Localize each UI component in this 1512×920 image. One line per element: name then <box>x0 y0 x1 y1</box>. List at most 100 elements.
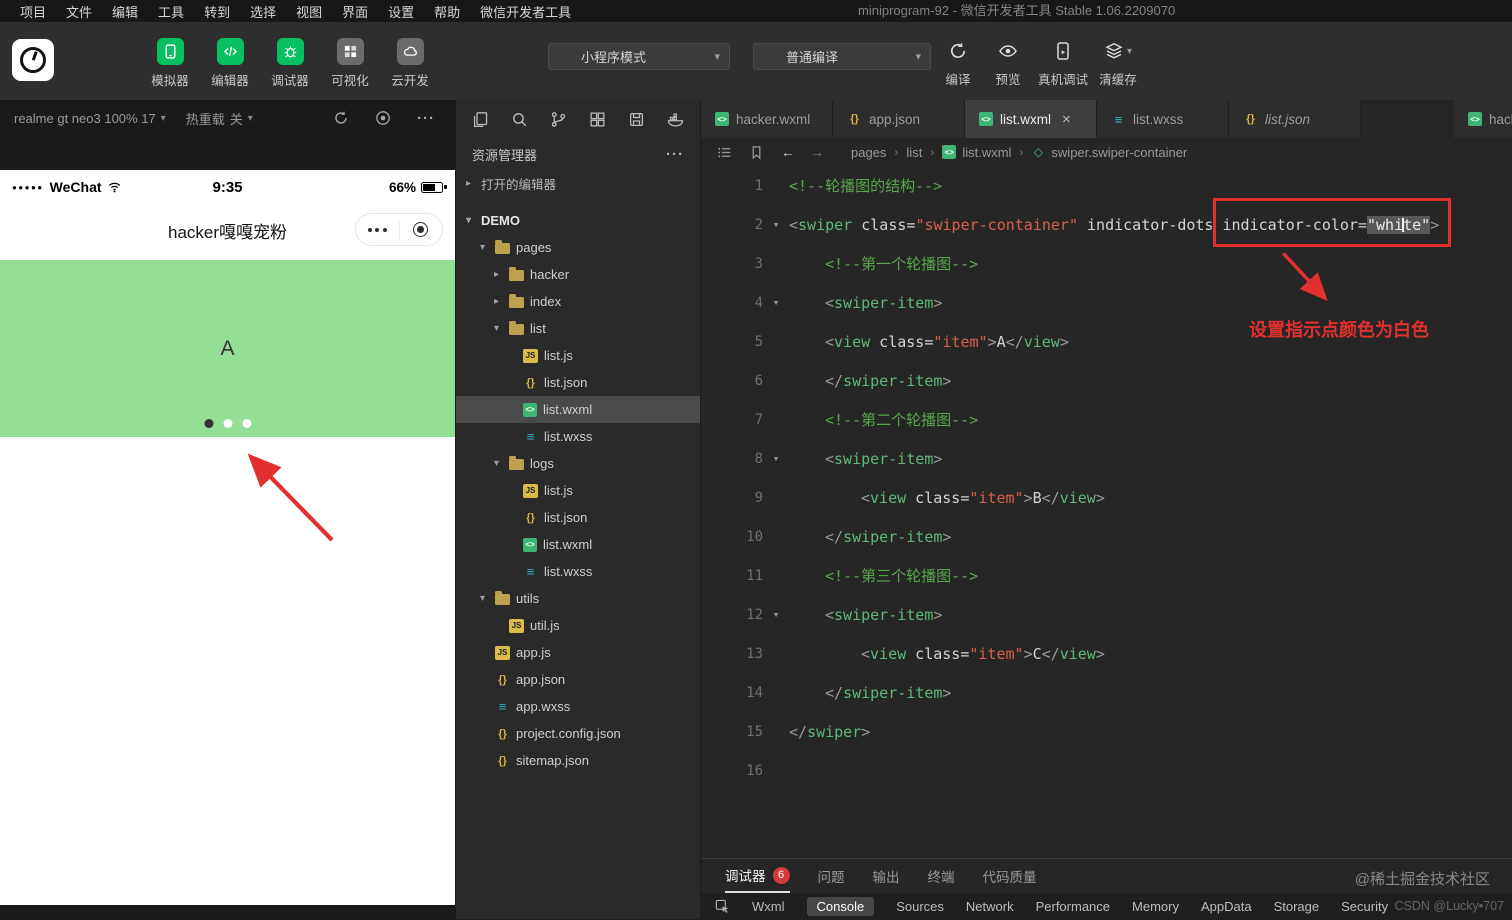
tree-item-DEMO[interactable]: ▾ DEMO <box>456 207 700 234</box>
tab-app.json[interactable]: {} app.json <box>833 100 965 138</box>
panel-tab-调试器[interactable]: 调试器 6 <box>725 859 790 893</box>
tab-hacke[interactable]: <> hacke <box>1454 100 1512 138</box>
fold-toggle-icon[interactable]: ▾ <box>763 218 789 231</box>
tree-item-list.json[interactable]: {} list.json <box>456 369 700 396</box>
menu-item-6[interactable]: 视图 <box>286 2 332 21</box>
tree-item-hacker[interactable]: ▸ hacker <box>456 261 700 288</box>
search-icon[interactable] <box>511 111 528 128</box>
tree-chevron-icon[interactable]: ▸ <box>490 269 503 280</box>
tree-item-list.js[interactable]: JS list.js <box>456 342 700 369</box>
tree-item-app.json[interactable]: {} app.json <box>456 666 700 693</box>
save-all-icon[interactable] <box>628 111 645 128</box>
panel-tab-输出[interactable]: 输出 <box>873 859 900 893</box>
debug-tab-Performance[interactable]: Performance <box>1036 899 1110 914</box>
tree-item-list.wxml[interactable]: <> list.wxml <box>456 531 700 558</box>
breadcrumb-item-list.wxml[interactable]: <> list.wxml <box>942 145 1011 160</box>
menu-item-10[interactable]: 微信开发者工具 <box>470 2 581 21</box>
fold-toggle-icon[interactable]: ▾ <box>763 608 789 621</box>
breadcrumb-item-pages[interactable]: pages <box>851 145 886 160</box>
panel-tab-代码质量[interactable]: 代码质量 <box>983 859 1037 893</box>
code-text[interactable]: <!--轮播图的结构--> <box>789 175 942 196</box>
code-text[interactable]: </swiper> <box>789 723 870 741</box>
outline-icon[interactable] <box>717 145 732 160</box>
tab-list.wxss[interactable]: ≡ list.wxss <box>1097 100 1229 138</box>
menu-item-0[interactable]: 项目 <box>10 2 56 21</box>
capsule-home-button[interactable] <box>400 214 443 245</box>
tree-chevron-icon[interactable]: ▸ <box>490 296 503 307</box>
code-text[interactable]: <!--第二个轮播图--> <box>789 409 978 430</box>
fold-toggle-icon[interactable]: ▾ <box>763 452 789 465</box>
debug-tab-Wxml[interactable]: Wxml <box>752 899 785 914</box>
swiper-item-a[interactable]: A <box>0 260 455 437</box>
tree-item-util.js[interactable]: JS util.js <box>456 612 700 639</box>
menu-item-4[interactable]: 转到 <box>194 2 240 21</box>
tree-chevron-icon[interactable]: ▸ <box>462 178 475 189</box>
debug-tab-Storage[interactable]: Storage <box>1274 899 1320 914</box>
menu-item-3[interactable]: 工具 <box>148 2 194 21</box>
debug-tab-Console[interactable]: Console <box>806 897 875 916</box>
code-text[interactable]: <swiper-item> <box>789 450 942 468</box>
compile-mode-select[interactable]: 普通编译 ▾ <box>753 43 931 70</box>
panel-tab-终端[interactable]: 终端 <box>928 859 955 893</box>
tree-chevron-icon[interactable]: ▾ <box>476 593 489 604</box>
debug-tab-Network[interactable]: Network <box>966 899 1014 914</box>
tree-item-sitemap.json[interactable]: {} sitemap.json <box>456 747 700 774</box>
code-text[interactable]: <swiper-item> <box>789 606 942 624</box>
toolbar-button-preview-eye[interactable]: 预览 <box>983 38 1033 88</box>
debug-tab-Security[interactable]: Security <box>1341 899 1388 914</box>
code-text[interactable]: <view class="item">A</view> <box>789 333 1069 351</box>
code-text[interactable]: <view class="item">C</view> <box>789 645 1105 663</box>
panel-tab-问题[interactable]: 问题 <box>818 859 845 893</box>
toolbar-button-visualization-grid[interactable]: 可视化 <box>326 38 374 89</box>
toolbar-button-device-debug[interactable]: 真机调试 <box>1033 38 1093 88</box>
files-icon[interactable] <box>472 111 489 128</box>
hot-reload-toggle[interactable]: 热重载 关 ▾ <box>186 109 253 128</box>
record-stop-icon[interactable] <box>375 110 391 126</box>
code-text[interactable]: </swiper-item> <box>789 684 951 702</box>
tree-item-logs[interactable]: ▾ logs <box>456 450 700 477</box>
git-branch-icon[interactable] <box>550 111 567 128</box>
tree-item-utils[interactable]: ▾ utils <box>456 585 700 612</box>
tree-chevron-icon[interactable]: ▾ <box>490 323 503 334</box>
toolbar-button-editor-code[interactable]: 编辑器 <box>206 38 254 89</box>
debug-tab-Sources[interactable]: Sources <box>896 899 944 914</box>
tree-item-pages[interactable]: ▾ pages <box>456 234 700 261</box>
capsule-more-button[interactable] <box>356 214 399 245</box>
code-text[interactable]: <view class="item">B</view> <box>789 489 1105 507</box>
more-actions-icon[interactable]: ··· <box>417 110 435 127</box>
mode-select[interactable]: 小程序模式 ▾ <box>548 43 730 70</box>
menu-item-8[interactable]: 设置 <box>378 2 424 21</box>
code-text[interactable]: <!--第一个轮播图--> <box>789 253 978 274</box>
tree-item-打开的编辑器[interactable]: ▸ 打开的编辑器 <box>456 170 700 197</box>
tree-chevron-icon[interactable]: ▾ <box>490 458 503 469</box>
debug-tab-Memory[interactable]: Memory <box>1132 899 1179 914</box>
code-text[interactable]: <swiper class="swiper-container" indicat… <box>789 215 1439 234</box>
docker-icon[interactable] <box>667 111 684 128</box>
tree-item-list[interactable]: ▾ list <box>456 315 700 342</box>
menu-item-2[interactable]: 编辑 <box>102 2 148 21</box>
fold-toggle-icon[interactable]: ▾ <box>763 296 789 309</box>
tab-hacker.wxml[interactable]: <> hacker.wxml <box>701 100 833 138</box>
tree-chevron-icon[interactable]: ▾ <box>462 215 475 226</box>
code-editor[interactable]: 1 <!--轮播图的结构--> 2 ▾ <swiper class="swiper-co… <box>701 166 1512 858</box>
refresh-icon[interactable] <box>333 110 349 126</box>
breadcrumb-item-list[interactable]: list <box>906 145 922 160</box>
tree-chevron-icon[interactable]: ▾ <box>476 242 489 253</box>
tab-list.wxml[interactable]: <> list.wxml × <box>965 100 1097 138</box>
menu-item-5[interactable]: 选择 <box>240 2 286 21</box>
tree-item-app.js[interactable]: JS app.js <box>456 639 700 666</box>
toolbar-button-compile-refresh[interactable]: 编译 <box>933 38 983 88</box>
tree-item-list.wxss[interactable]: ≡ list.wxss <box>456 558 700 585</box>
tree-item-list.wxml[interactable]: <> list.wxml <box>456 396 700 423</box>
code-text[interactable]: <swiper-item> <box>789 294 942 312</box>
toolbar-button-debugger-bug[interactable]: 调试器 <box>266 38 314 89</box>
debug-tab-AppData[interactable]: AppData <box>1201 899 1252 914</box>
breadcrumb-item-swiper.swiper-container[interactable]: ◇ swiper.swiper-container <box>1031 145 1187 160</box>
code-text[interactable]: <!--第三个轮播图--> <box>789 565 978 586</box>
device-select[interactable]: realme gt neo3 100% 17 ▾ <box>14 111 166 126</box>
tree-item-list.json[interactable]: {} list.json <box>456 504 700 531</box>
tree-item-list.js[interactable]: JS list.js <box>456 477 700 504</box>
forward-arrow-icon[interactable]: → <box>810 144 824 160</box>
toolbar-button-simulator-phone[interactable]: 模拟器 <box>146 38 194 89</box>
back-arrow-icon[interactable]: ← <box>781 144 795 160</box>
